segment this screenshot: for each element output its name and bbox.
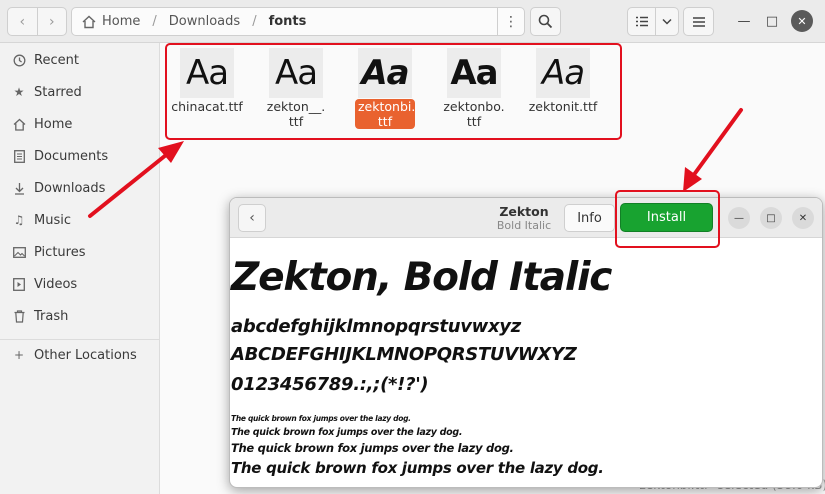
preview-sample-small: The quick brown fox jumps over the lazy … xyxy=(231,414,411,423)
chevron-left-icon: ‹ xyxy=(249,210,255,226)
preview-digits: 0123456789.:,;(*!?') xyxy=(231,374,429,395)
maximize-icon: □ xyxy=(766,212,776,224)
font-title: Zekton xyxy=(499,204,549,219)
info-button[interactable]: Info xyxy=(564,204,615,232)
close-button[interactable]: ✕ xyxy=(792,207,814,229)
preview-lowercase: abcdefghijklmnopqrstuvwxyz xyxy=(231,316,521,337)
preview-uppercase: ABCDEFGHIJKLMNOPQRSTUVWXYZ xyxy=(231,344,577,365)
font-style-subtitle: Bold Italic xyxy=(496,219,552,232)
preview-sample-xlarge: The quick brown fox jumps over the lazy … xyxy=(231,459,604,477)
maximize-button[interactable]: □ xyxy=(760,207,782,229)
font-preview-area: Zekton, Bold Italic abcdefghijklmnopqrst… xyxy=(230,238,822,487)
preview-sample-medium: The quick brown fox jumps over the lazy … xyxy=(231,427,463,438)
font-viewer-window: ‹ Zekton Bold Italic Info Install — □ ✕ … xyxy=(229,197,823,488)
annotation-arrow-to-install xyxy=(683,108,743,192)
annotation-arrow-to-files xyxy=(88,141,184,218)
font-viewer-header: ‹ Zekton Bold Italic Info Install — □ ✕ xyxy=(230,198,822,238)
preview-sample-large: The quick brown fox jumps over the lazy … xyxy=(231,441,514,455)
annotation-highlight-install xyxy=(615,190,720,248)
back-button[interactable]: ‹ xyxy=(238,204,266,232)
close-icon: ✕ xyxy=(798,212,808,224)
minimize-button[interactable]: — xyxy=(728,207,750,229)
minimize-icon: — xyxy=(734,212,744,224)
preview-heading: Zekton, Bold Italic xyxy=(231,255,612,300)
